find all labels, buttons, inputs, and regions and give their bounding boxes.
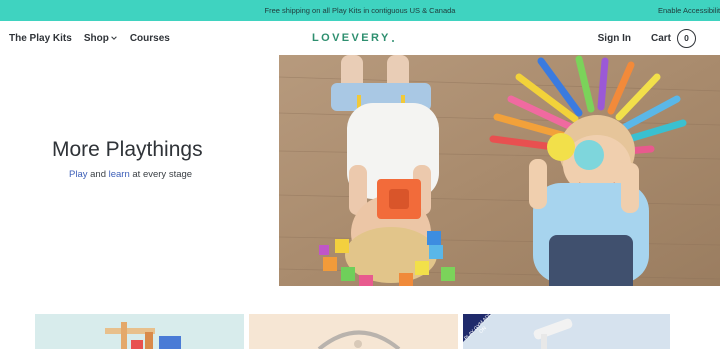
chevron-down-icon [111, 36, 117, 40]
sign-in-link[interactable]: Sign In [598, 33, 631, 44]
cart-button[interactable]: Cart 0 [650, 28, 696, 48]
cart-count-badge: 0 [677, 28, 696, 48]
hero-text-panel: More Playthings Play and learn at every … [0, 55, 279, 286]
hero-subtitle: Play and learn at every stage [69, 169, 192, 180]
nav-shop[interactable]: Shop [84, 33, 118, 44]
product-card-2[interactable] [249, 314, 458, 349]
account-nav: Sign In Cart 0 [598, 21, 696, 55]
hero-sub-and: and [87, 169, 109, 180]
hero-sub-rest: at every stage [129, 169, 193, 180]
play-link[interactable]: Play [69, 169, 87, 180]
cart-label: Cart [650, 32, 671, 44]
enable-accessibility-link[interactable]: Enable Accessibility [658, 0, 720, 21]
hero-image [279, 55, 720, 286]
lovevery-logo[interactable]: LOVEVERY [312, 32, 394, 44]
product-card-1[interactable] [35, 314, 244, 349]
nav-shop-label: Shop [83, 32, 109, 44]
site-header: The Play Kits Shop Courses LOVEVERY Sign… [0, 21, 720, 55]
announcement-bar: Free shipping on all Play Kits in contig… [0, 0, 720, 21]
hero-photo-children [279, 55, 720, 286]
logo-dot [391, 40, 394, 42]
announcement-text: Free shipping on all Play Kits in contig… [264, 6, 456, 15]
learn-link[interactable]: learn [109, 169, 130, 180]
product-card-3[interactable]: PLAY GYM ADD-ON [463, 314, 670, 349]
product-image-1 [105, 322, 181, 349]
product-image-2 [317, 330, 401, 349]
product-image-3 [533, 318, 573, 349]
logo-text: LOVEVERY [312, 32, 391, 44]
nav-play-kits[interactable]: The Play Kits [9, 33, 72, 44]
main-nav: The Play Kits Shop Courses [9, 21, 170, 55]
nav-courses[interactable]: Courses [130, 33, 170, 44]
hero-title: More Playthings [52, 138, 203, 161]
